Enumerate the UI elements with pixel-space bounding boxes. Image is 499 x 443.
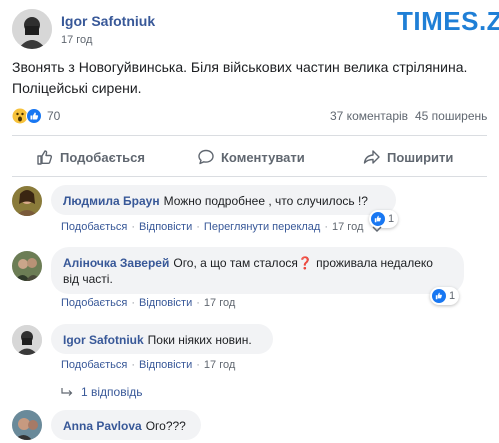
post-author-avatar[interactable] <box>12 9 52 49</box>
comment-bubble: Anna Pavlova Ого??? <box>51 410 201 440</box>
comment-bubble: Igor Safotniuk Поки ніяких новин. <box>51 324 273 354</box>
comment-text: Ого, а що там сталося❓ проживала недалек… <box>173 256 433 270</box>
comment-text-continued: від частi. <box>63 272 113 286</box>
comment-author[interactable]: Anna Pavlova <box>63 419 142 433</box>
comment-author[interactable]: Igor Safotniuk <box>63 333 144 347</box>
thumbs-up-icon <box>36 148 54 166</box>
comment-text: Можно подробнее , что случилось !? <box>163 194 368 208</box>
comment-reply-link[interactable]: Відповісти <box>139 221 192 233</box>
comment-author[interactable]: Людмила Браун <box>63 194 160 208</box>
comment-text: Ого??? <box>145 419 186 433</box>
comment-bubble: Людмила Браун Можно подробнее , что случи… <box>51 185 396 215</box>
comment-bubble: Аліночка Заверей Ого, а що там сталося❓ п… <box>51 247 464 294</box>
comment-actions: Подобається · Відповісти · 17 год <box>61 359 236 371</box>
comment-like-link[interactable]: Подобається <box>61 297 127 309</box>
like-button[interactable]: Подобається <box>36 146 145 168</box>
comment-actions: Подобається · Відповісти · 17 год <box>61 297 236 309</box>
comment-avatar[interactable] <box>12 186 42 216</box>
share-button-label: Поширити <box>387 149 454 165</box>
like-reaction-icon <box>432 289 446 303</box>
comment-reaction-count[interactable]: 1 <box>430 287 460 305</box>
divider-bottom <box>12 176 487 177</box>
comment-author[interactable]: Аліночка Заверей <box>63 256 169 270</box>
comment-reply-link[interactable]: Відповісти <box>139 297 192 309</box>
share-arrow-icon <box>363 148 381 166</box>
post-text-line-1: Звонять з Новогуйвинська. Біля військови… <box>12 59 468 75</box>
reactions-count: 70 <box>47 109 61 123</box>
comment-like-link[interactable]: Подобається <box>61 221 127 233</box>
comment-bubble-icon <box>197 148 215 166</box>
reply-arrow-icon <box>61 387 73 397</box>
divider-top <box>12 135 487 136</box>
comment-timestamp[interactable]: 17 год <box>204 359 235 371</box>
post-timestamp[interactable]: 17 год <box>61 34 92 46</box>
chevron-down-icon[interactable] <box>372 224 382 234</box>
comment-text: Поки ніяких новин. <box>147 333 252 347</box>
watermark-logo: TIMES.ZT <box>397 6 499 36</box>
comment-avatar[interactable] <box>12 410 42 440</box>
reactions-summary[interactable]: 70 <box>12 108 60 124</box>
comment-button[interactable]: Коментувати <box>197 146 305 168</box>
share-button[interactable]: Поширити <box>363 146 453 168</box>
comment-button-label: Коментувати <box>221 149 305 165</box>
comment-actions: Подобається · Відповісти · Переглянути перек… <box>61 221 364 233</box>
comments-count[interactable]: 37 коментарів <box>330 109 408 123</box>
like-reaction-icon <box>26 108 42 124</box>
comment-avatar[interactable] <box>12 251 42 281</box>
like-button-label: Подобається <box>60 149 145 165</box>
post-author-name[interactable]: Igor Safotniuk <box>61 13 155 29</box>
post-text-line-2: Поліцейські сирени. <box>12 80 142 96</box>
shares-count[interactable]: 45 поширень <box>415 109 487 123</box>
comment-like-link[interactable]: Подобається <box>61 359 127 371</box>
comment-translate-link[interactable]: Переглянути переклад <box>204 221 320 233</box>
comment-timestamp[interactable]: 17 год <box>204 297 235 309</box>
comment-reply-link[interactable]: Відповісти <box>139 359 192 371</box>
comment-avatar[interactable] <box>12 325 42 355</box>
comment-timestamp[interactable]: 17 год <box>332 221 363 233</box>
view-replies-link[interactable]: 1 відповідь <box>61 385 143 399</box>
